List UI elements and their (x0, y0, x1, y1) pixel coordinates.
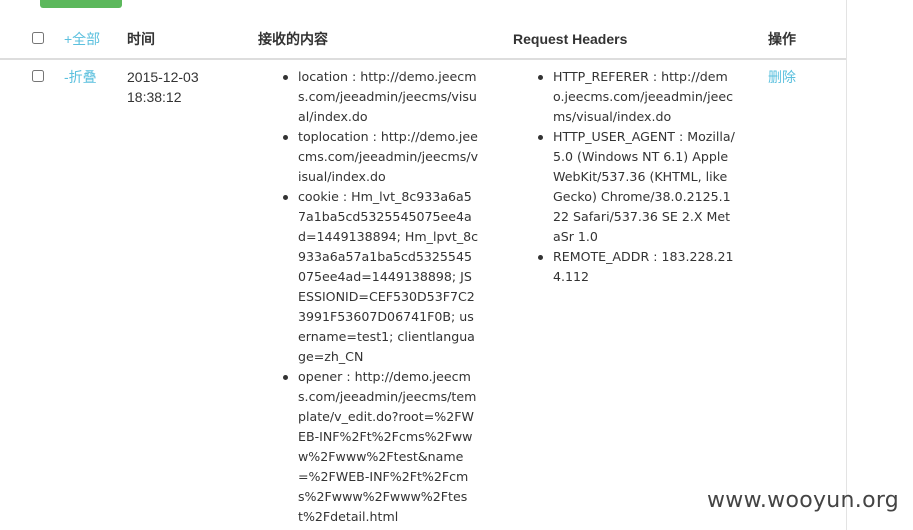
expand-all-link[interactable]: +全部 (64, 29, 100, 49)
headers-list: HTTP_REFERER : http://demo.jeecms.com/je… (538, 67, 736, 287)
record-panel: +全部 时间 接收的内容 Request Headers 操作 -折叠 2015… (0, 0, 847, 530)
row-checkbox[interactable] (32, 70, 44, 82)
content-item-toplocation: toplocation : http://demo.jeecms.com/jee… (283, 127, 479, 187)
column-content: 接收的内容 (258, 31, 328, 47)
row-date: 2015-12-03 (127, 69, 199, 85)
column-request-headers: Request Headers (513, 31, 628, 47)
column-action: 操作 (768, 31, 796, 47)
content-item-opener: opener : http://demo.jeecms.com/jeeadmin… (283, 367, 479, 527)
header-item-remote-addr: REMOTE_ADDR : 183.228.214.112 (538, 247, 736, 287)
content-item-location: location : http://demo.jeecms.com/jeeadm… (283, 67, 479, 127)
content-item-cookie: cookie : Hm_lvt_8c933a6a57a1ba5cd5325545… (283, 187, 479, 367)
content-list: location : http://demo.jeecms.com/jeeadm… (283, 67, 479, 527)
header-item-user-agent: HTTP_USER_AGENT : Mozilla/5.0 (Windows N… (538, 127, 736, 247)
delete-link[interactable]: 删除 (768, 67, 796, 87)
table-header: +全部 时间 接收的内容 Request Headers 操作 (0, 0, 846, 60)
row-time: 18:38:12 (127, 89, 182, 105)
select-all-checkbox[interactable] (32, 32, 44, 44)
column-time: 时间 (127, 31, 155, 47)
collapse-link[interactable]: -折叠 (64, 67, 97, 87)
watermark: www.wooyun.org (707, 488, 900, 513)
header-item-referer: HTTP_REFERER : http://demo.jeecms.com/je… (538, 67, 736, 127)
